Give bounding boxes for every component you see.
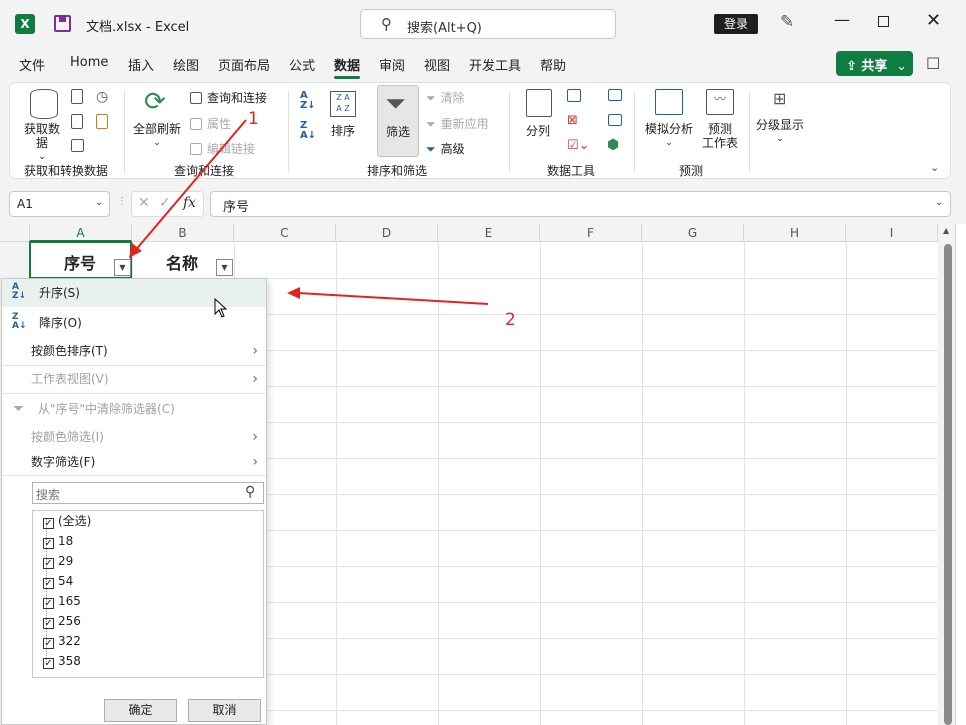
annotation-arrow-1 bbox=[133, 119, 247, 253]
annotation-label-1: 1 bbox=[248, 109, 259, 129]
annotation-arrow-2 bbox=[297, 292, 489, 305]
annotation-label-2: 2 bbox=[505, 310, 516, 330]
arrow-head-2 bbox=[287, 287, 300, 299]
excel-window: X 文档.xlsx - Excel ⚲ 搜索(Alt+Q) 登录 ✎ — ✕ 文… bbox=[0, 0, 966, 725]
annotation-overlay bbox=[129, 119, 489, 305]
